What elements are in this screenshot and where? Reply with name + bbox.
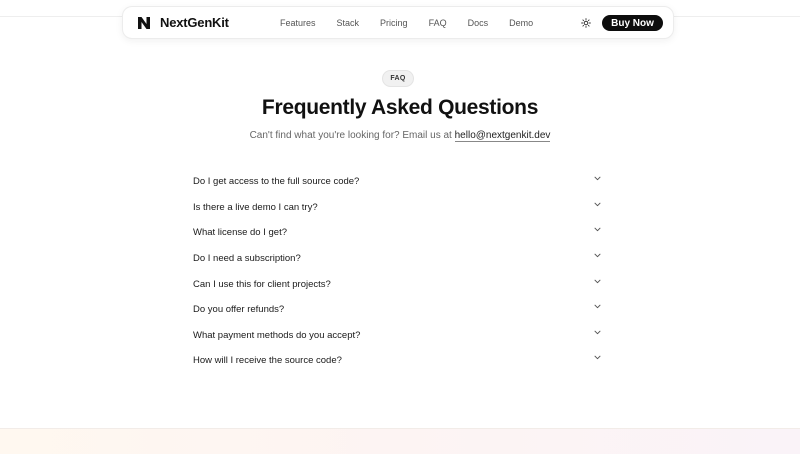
brand[interactable]: NextGenKit	[137, 7, 229, 38]
brand-name: NextGenKit	[160, 15, 229, 30]
chevron-down-icon	[594, 304, 601, 309]
n-logo-icon	[138, 16, 150, 29]
chevron-down-icon	[594, 279, 601, 283]
subtitle-text: Can't find what you're looking for? Emai…	[249, 130, 455, 141]
faq-item[interactable]: What license do I get?	[193, 220, 605, 246]
chevron-down-icon	[594, 176, 601, 181]
faq-badge: FAQ	[382, 70, 414, 87]
faq-item[interactable]: Can I use this for client projects?	[193, 271, 605, 297]
faq-item[interactable]: Do I get access to the full source code?	[193, 169, 605, 195]
faq-question: How will I receive the source code?	[193, 355, 342, 367]
email-link[interactable]: hello@nextgenkit.dev	[454, 130, 551, 142]
faq-item[interactable]: Is there a live demo I can try?	[193, 195, 605, 221]
faq-question: Do I get access to the full source code?	[193, 176, 360, 188]
chevron-down-icon	[594, 330, 601, 335]
chevron-down-icon	[594, 228, 601, 232]
sun-icon	[581, 18, 591, 28]
nav-link-stack[interactable]: Stack	[337, 18, 360, 28]
faq-question: Do I need a subscription?	[193, 253, 301, 265]
nav-links: Features Stack Pricing FAQ Docs Demo	[280, 7, 554, 38]
nav-link-demo[interactable]: Demo	[509, 18, 533, 28]
page-title: Frequently Asked Questions	[261, 96, 539, 119]
faq-item[interactable]: What payment methods do you accept?	[193, 323, 605, 349]
faq-list: Do I get access to the full source code?…	[193, 169, 605, 374]
navbar: NextGenKit Features Stack Pricing FAQ Do…	[122, 6, 674, 39]
faq-item[interactable]: Do you offer refunds?	[193, 297, 605, 323]
theme-toggle-button[interactable]	[578, 15, 594, 31]
faq-question: What license do I get?	[193, 227, 287, 239]
faq-question: Do you offer refunds?	[193, 304, 285, 316]
faq-question: Can I use this for client projects?	[193, 278, 331, 290]
nav-link-faq[interactable]: FAQ	[429, 18, 447, 28]
faq-item[interactable]: How will I receive the source code?	[193, 348, 605, 374]
faq-subtitle: Can't find what you're looking for? Emai…	[0, 130, 800, 142]
buy-now-button[interactable]: Buy Now	[602, 15, 663, 31]
faq-question: Is there a live demo I can try?	[193, 201, 318, 213]
chevron-down-icon	[594, 356, 601, 360]
nav-link-features[interactable]: Features	[280, 18, 316, 28]
faq-question: What payment methods do you accept?	[193, 329, 361, 341]
next-section-background	[0, 428, 800, 454]
faq-item[interactable]: Do I need a subscription?	[193, 246, 605, 272]
chevron-down-icon	[594, 253, 601, 258]
nav-link-pricing[interactable]: Pricing	[380, 18, 408, 28]
chevron-down-icon	[594, 202, 601, 207]
nav-link-docs[interactable]: Docs	[468, 18, 489, 28]
